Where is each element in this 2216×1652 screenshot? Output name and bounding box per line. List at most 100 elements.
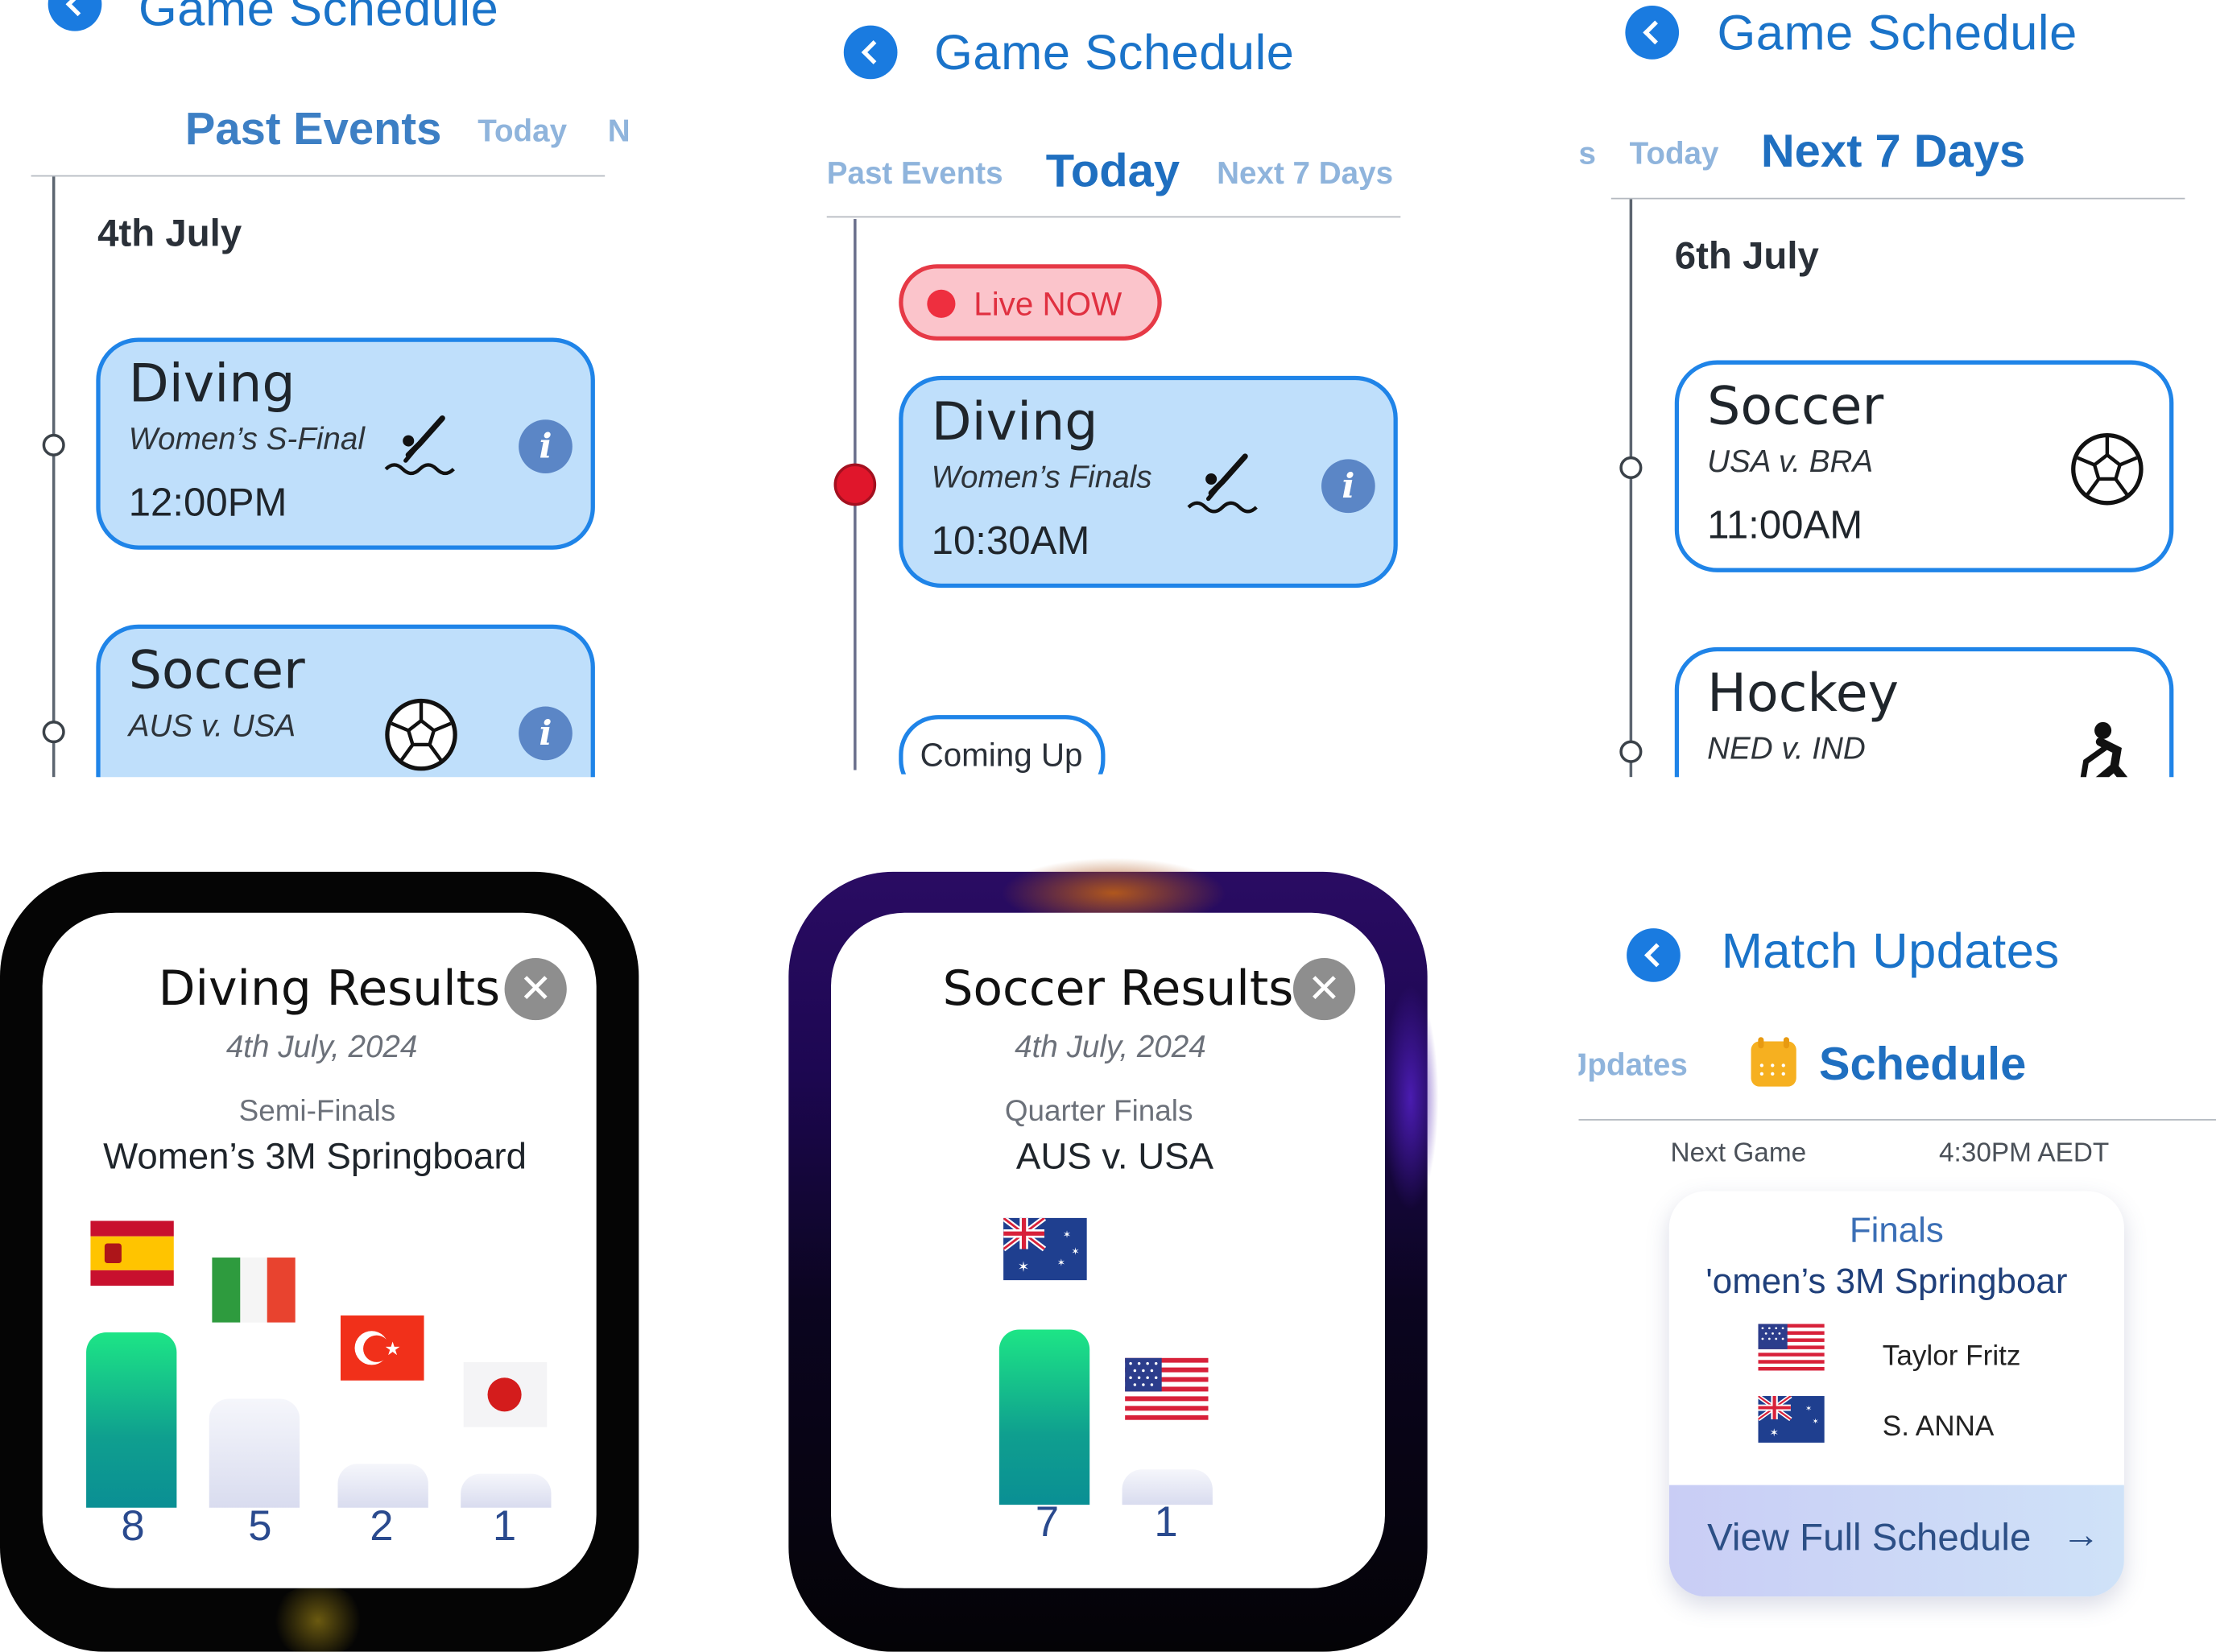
event-card-soccer[interactable]: Soccer AUS v. USA i (96, 624, 595, 778)
result-bar-spain (86, 1332, 177, 1508)
svg-text:✶: ✶ (1071, 1246, 1079, 1258)
info-button[interactable]: i (519, 419, 573, 473)
back-button[interactable] (843, 25, 898, 80)
page-title: Game Schedule (1717, 6, 2078, 61)
stage: Game Schedule Past Events Today N 4th Ju… (0, 0, 2216, 1652)
info-button[interactable]: i (519, 706, 573, 761)
tab-next-7-days[interactable]: N (608, 113, 636, 150)
flag-italy-icon (212, 1258, 296, 1323)
live-indicator-dot (927, 289, 956, 318)
result-bar-japan (461, 1473, 552, 1508)
page-title: Game Schedule (138, 0, 499, 37)
tab-past-events[interactable]: s (1578, 135, 1596, 172)
back-button[interactable] (48, 0, 102, 31)
next-game-time: 4:30PM AEDT (1939, 1138, 2110, 1169)
svg-text:✶: ✶ (1769, 1427, 1779, 1439)
tab-updates[interactable]: Jpdates (1578, 1047, 1687, 1084)
watch-screen: Soccer Results ✕ 4th July, 2024 Quarter … (831, 912, 1385, 1588)
soccer-ball-icon (385, 698, 457, 771)
event-title: Soccer (128, 640, 305, 701)
tab-today[interactable]: Today (478, 113, 567, 150)
result-bar-italy (209, 1398, 300, 1508)
score-label: 1 (1154, 1499, 1178, 1547)
tab-next-7-days[interactable]: Next 7 Days (1217, 155, 1393, 192)
event-title: Diving (931, 391, 1098, 452)
back-button[interactable] (1625, 6, 1680, 60)
results-title: Soccer Results (942, 960, 1294, 1018)
tabs-divider (1578, 1119, 2216, 1121)
date-heading: 6th July (1674, 234, 1819, 277)
flag-australia-icon: ✶ ✶ ✶ ✶ (1003, 1217, 1087, 1281)
flag-usa-icon (1125, 1357, 1209, 1420)
hockey-player-icon (2080, 721, 2128, 778)
svg-text:✶: ✶ (1057, 1258, 1065, 1269)
event-card-hockey[interactable]: Hockey NED v. IND (1674, 646, 2174, 778)
arrow-right-icon: → (2061, 1513, 2101, 1556)
timeline-node (1619, 740, 1643, 763)
flag-turkey-icon: ★ (340, 1315, 424, 1381)
calendar-icon: • • • • • • (1751, 1037, 1796, 1087)
game-round: Finals (1849, 1211, 1944, 1251)
score-label: 5 (248, 1503, 272, 1551)
event-time: 10:30AM (931, 518, 1090, 563)
bezel-glow (268, 1585, 368, 1652)
tab-past-events[interactable]: Past Events (185, 103, 441, 155)
game-event: 'omen’s 3M Springboar (1705, 1262, 2068, 1302)
watch-frame-soccer: Soccer Results ✕ 4th July, 2024 Quarter … (788, 857, 1439, 1652)
event-card-diving-live[interactable]: Diving Women’s Finals 10:30AM i (899, 375, 1398, 589)
event-subtitle: AUS v. USA (128, 708, 296, 744)
results-round: Quarter Finals (1004, 1095, 1193, 1128)
player-name: Taylor Fritz (1882, 1340, 2021, 1373)
results-date: 4th July, 2024 (1015, 1028, 1206, 1064)
event-subtitle: USA v. BRA (1707, 444, 1874, 479)
timeline-node (1619, 456, 1643, 479)
flag-australia-icon: ✶ ✶ ✶ (1758, 1396, 1825, 1443)
view-full-schedule-label: View Full Schedule (1707, 1516, 2032, 1559)
score-label: 2 (370, 1503, 394, 1551)
results-title: Diving Results (158, 960, 501, 1018)
result-bar-australia (998, 1329, 1090, 1505)
event-subtitle: Women’s Finals (931, 459, 1152, 495)
page-title: Match Updates (1721, 923, 2060, 980)
flag-spain-icon (90, 1220, 174, 1286)
watch-screen: Diving Results ✕ 4th July, 2024 Semi-Fin… (42, 912, 597, 1588)
next-game-card: Finals 'omen’s 3M Springboar Taylor Frit… (1668, 1191, 2124, 1597)
score-label: 1 (492, 1503, 517, 1551)
svg-text:✶: ✶ (1805, 1405, 1812, 1414)
event-subtitle: NED v. IND (1707, 730, 1866, 766)
tab-next-7-days[interactable]: Next 7 Days (1761, 124, 2025, 178)
tab-today[interactable]: Today (1630, 135, 1719, 172)
back-button[interactable] (1627, 928, 1681, 982)
diving-icon (1187, 453, 1258, 514)
next-game-label: Next Game (1670, 1138, 1807, 1169)
close-button[interactable]: ✕ (1292, 957, 1356, 1021)
results-round: Semi-Finals (238, 1095, 396, 1128)
timeline-node (42, 433, 65, 456)
schedule-panel-next7: Game Schedule s Today Next 7 Days 6th Ju… (1569, 0, 2216, 778)
event-card-diving[interactable]: Diving Women’s S-Final 12:00PM i (96, 337, 595, 550)
event-title: Diving (128, 353, 296, 415)
coming-up-label: Coming Up (899, 715, 1106, 774)
event-time: 12:00PM (128, 480, 287, 525)
svg-text:✶: ✶ (1063, 1229, 1071, 1240)
timeline-line (1629, 199, 1633, 778)
tab-past-events[interactable]: Past Events (827, 155, 1003, 192)
close-button[interactable]: ✕ (504, 957, 567, 1021)
event-time: 11:00AM (1707, 502, 1863, 547)
bezel-glow (1382, 985, 1439, 1212)
coming-up-text: Coming Up (920, 736, 1083, 774)
timeline-node (42, 721, 65, 744)
view-full-schedule-button[interactable]: View Full Schedule → (1668, 1485, 2124, 1597)
live-now-badge: Live NOW (899, 264, 1162, 341)
watch-frame-diving: Diving Results ✕ 4th July, 2024 Semi-Fin… (0, 871, 639, 1652)
tab-schedule[interactable]: Schedule (1819, 1037, 2027, 1091)
timeline-line (52, 176, 56, 778)
results-event: AUS v. USA (1015, 1134, 1214, 1177)
timeline-current-marker (833, 463, 877, 506)
page-title: Game Schedule (934, 25, 1295, 81)
event-card-soccer[interactable]: Soccer USA v. BRA 11:00AM (1674, 360, 2174, 572)
results-date: 4th July, 2024 (225, 1028, 418, 1064)
tabs-divider (31, 175, 606, 177)
info-button[interactable]: i (1321, 459, 1375, 514)
tab-today[interactable]: Today (1046, 144, 1180, 198)
